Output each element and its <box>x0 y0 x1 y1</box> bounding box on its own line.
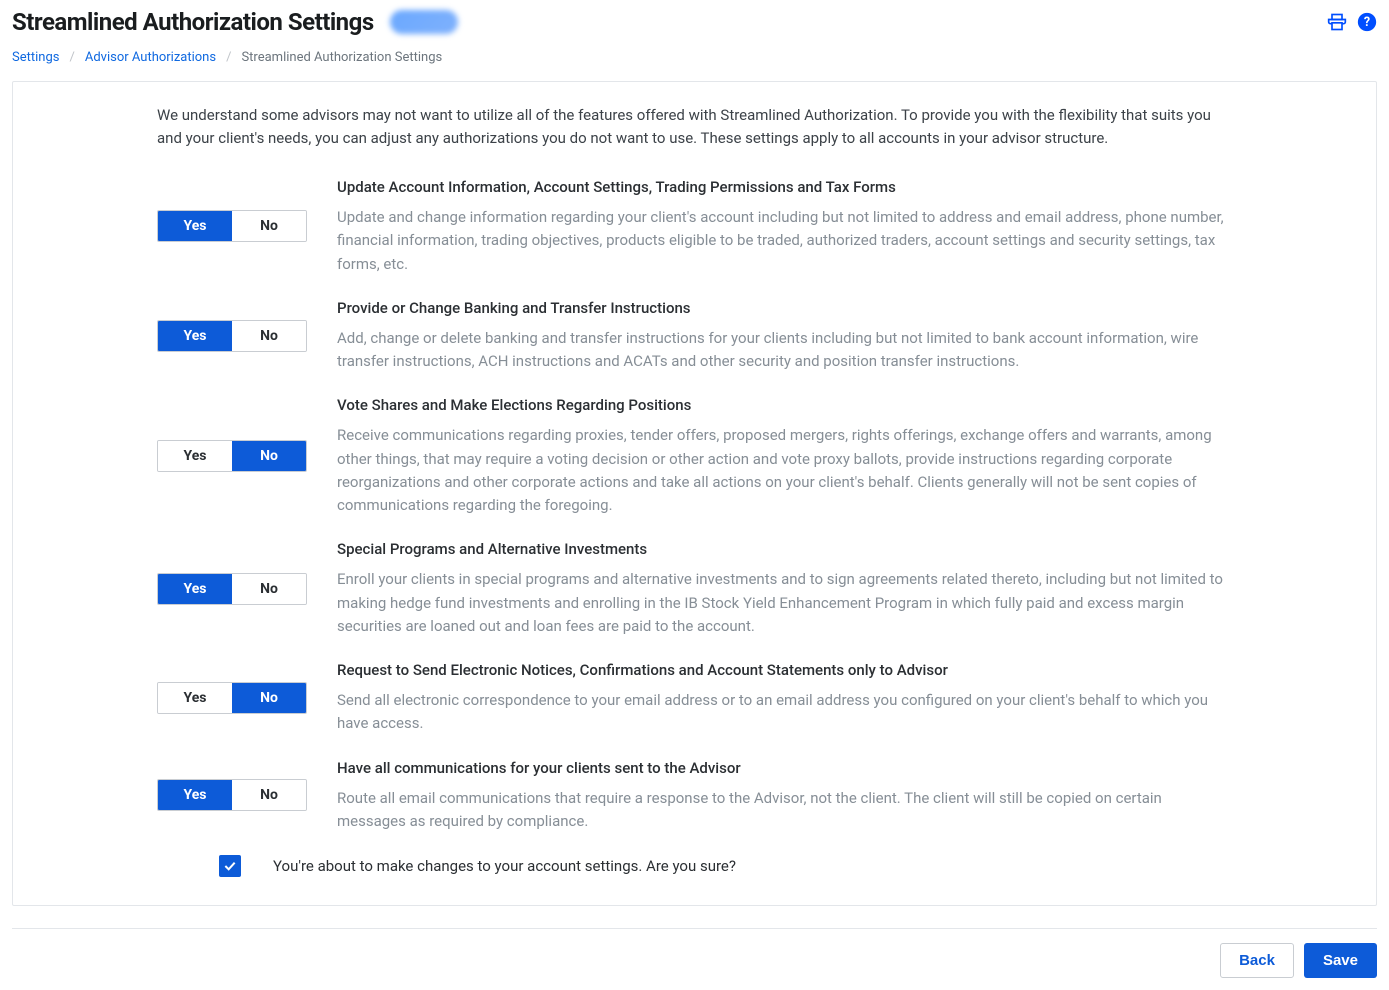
print-icon[interactable] <box>1327 12 1347 32</box>
toggle-yes[interactable]: Yes <box>158 321 232 351</box>
setting-title: Update Account Information, Account Sett… <box>337 177 1232 198</box>
back-button[interactable]: Back <box>1220 943 1294 978</box>
breadcrumb-current: Streamlined Authorization Settings <box>241 50 442 65</box>
header-actions: ? <box>1327 12 1377 32</box>
setting-description: Send all electronic correspondence to yo… <box>337 689 1232 736</box>
breadcrumb-advisor[interactable]: Advisor Authorizations <box>85 50 216 65</box>
yes-no-toggle[interactable]: YesNo <box>157 779 307 811</box>
divider <box>12 928 1377 929</box>
save-button[interactable]: Save <box>1304 943 1377 978</box>
breadcrumb-sep: / <box>69 50 74 65</box>
yes-no-toggle[interactable]: YesNo <box>157 210 307 242</box>
setting-title: Provide or Change Banking and Transfer I… <box>337 298 1232 319</box>
toggle-no[interactable]: No <box>232 211 306 241</box>
toggle-yes[interactable]: Yes <box>158 683 232 713</box>
toggle-yes[interactable]: Yes <box>158 574 232 604</box>
yes-no-toggle[interactable]: YesNo <box>157 320 307 352</box>
setting-row: YesNo Have all communications for your cl… <box>157 758 1232 834</box>
setting-row: YesNo Provide or Change Banking and Trans… <box>157 298 1232 374</box>
setting-title: Have all communications for your clients… <box>337 758 1232 779</box>
confirm-checkbox[interactable] <box>219 855 241 877</box>
toggle-no[interactable]: No <box>232 574 306 604</box>
svg-text:?: ? <box>1364 15 1370 30</box>
breadcrumb-sep: / <box>226 50 231 65</box>
setting-description: Add, change or delete banking and transf… <box>337 327 1232 374</box>
setting-description: Enroll your clients in special programs … <box>337 568 1232 638</box>
toggle-yes[interactable]: Yes <box>158 780 232 810</box>
page-title: Streamlined Authorization Settings <box>12 8 374 36</box>
footer-actions: Back Save <box>0 943 1389 990</box>
settings-card: We understand some advisors may not want… <box>12 81 1377 906</box>
breadcrumb: Settings / Advisor Authorizations / Stre… <box>0 36 1389 81</box>
toggle-yes[interactable]: Yes <box>158 441 232 471</box>
breadcrumb-settings[interactable]: Settings <box>12 50 59 65</box>
toggle-no[interactable]: No <box>232 441 306 471</box>
page-header: Streamlined Authorization Settings ? <box>0 0 1389 36</box>
setting-description: Route all email communications that requ… <box>337 787 1232 834</box>
help-icon[interactable]: ? <box>1357 12 1377 32</box>
settings-list: YesNoUpdate Account Information, Account… <box>157 177 1232 833</box>
yes-no-toggle[interactable]: YesNo <box>157 682 307 714</box>
yes-no-toggle[interactable]: YesNo <box>157 573 307 605</box>
setting-row: YesNo Update Account Information, Account… <box>157 177 1232 276</box>
yes-no-toggle[interactable]: YesNo <box>157 440 307 472</box>
toggle-no[interactable]: No <box>232 683 306 713</box>
setting-description: Update and change information regarding … <box>337 206 1232 276</box>
confirm-text: You're about to make changes to your acc… <box>273 857 736 875</box>
setting-row: YesNo Request to Send Electronic Notices,… <box>157 660 1232 736</box>
toggle-no[interactable]: No <box>232 321 306 351</box>
account-badge <box>390 10 458 34</box>
toggle-no[interactable]: No <box>232 780 306 810</box>
setting-description: Receive communications regarding proxies… <box>337 424 1232 517</box>
setting-title: Request to Send Electronic Notices, Conf… <box>337 660 1232 681</box>
setting-row: YesNo Vote Shares and Make Elections Rega… <box>157 395 1232 517</box>
setting-title: Special Programs and Alternative Investm… <box>337 539 1232 560</box>
page-root: Streamlined Authorization Settings ? Set… <box>0 0 1389 990</box>
intro-text: We understand some advisors may not want… <box>157 104 1232 149</box>
confirm-row: You're about to make changes to your acc… <box>157 855 1232 877</box>
setting-row: YesNo Special Programs and Alternative In… <box>157 539 1232 638</box>
setting-title: Vote Shares and Make Elections Regarding… <box>337 395 1232 416</box>
header-left: Streamlined Authorization Settings <box>12 8 458 36</box>
toggle-yes[interactable]: Yes <box>158 211 232 241</box>
